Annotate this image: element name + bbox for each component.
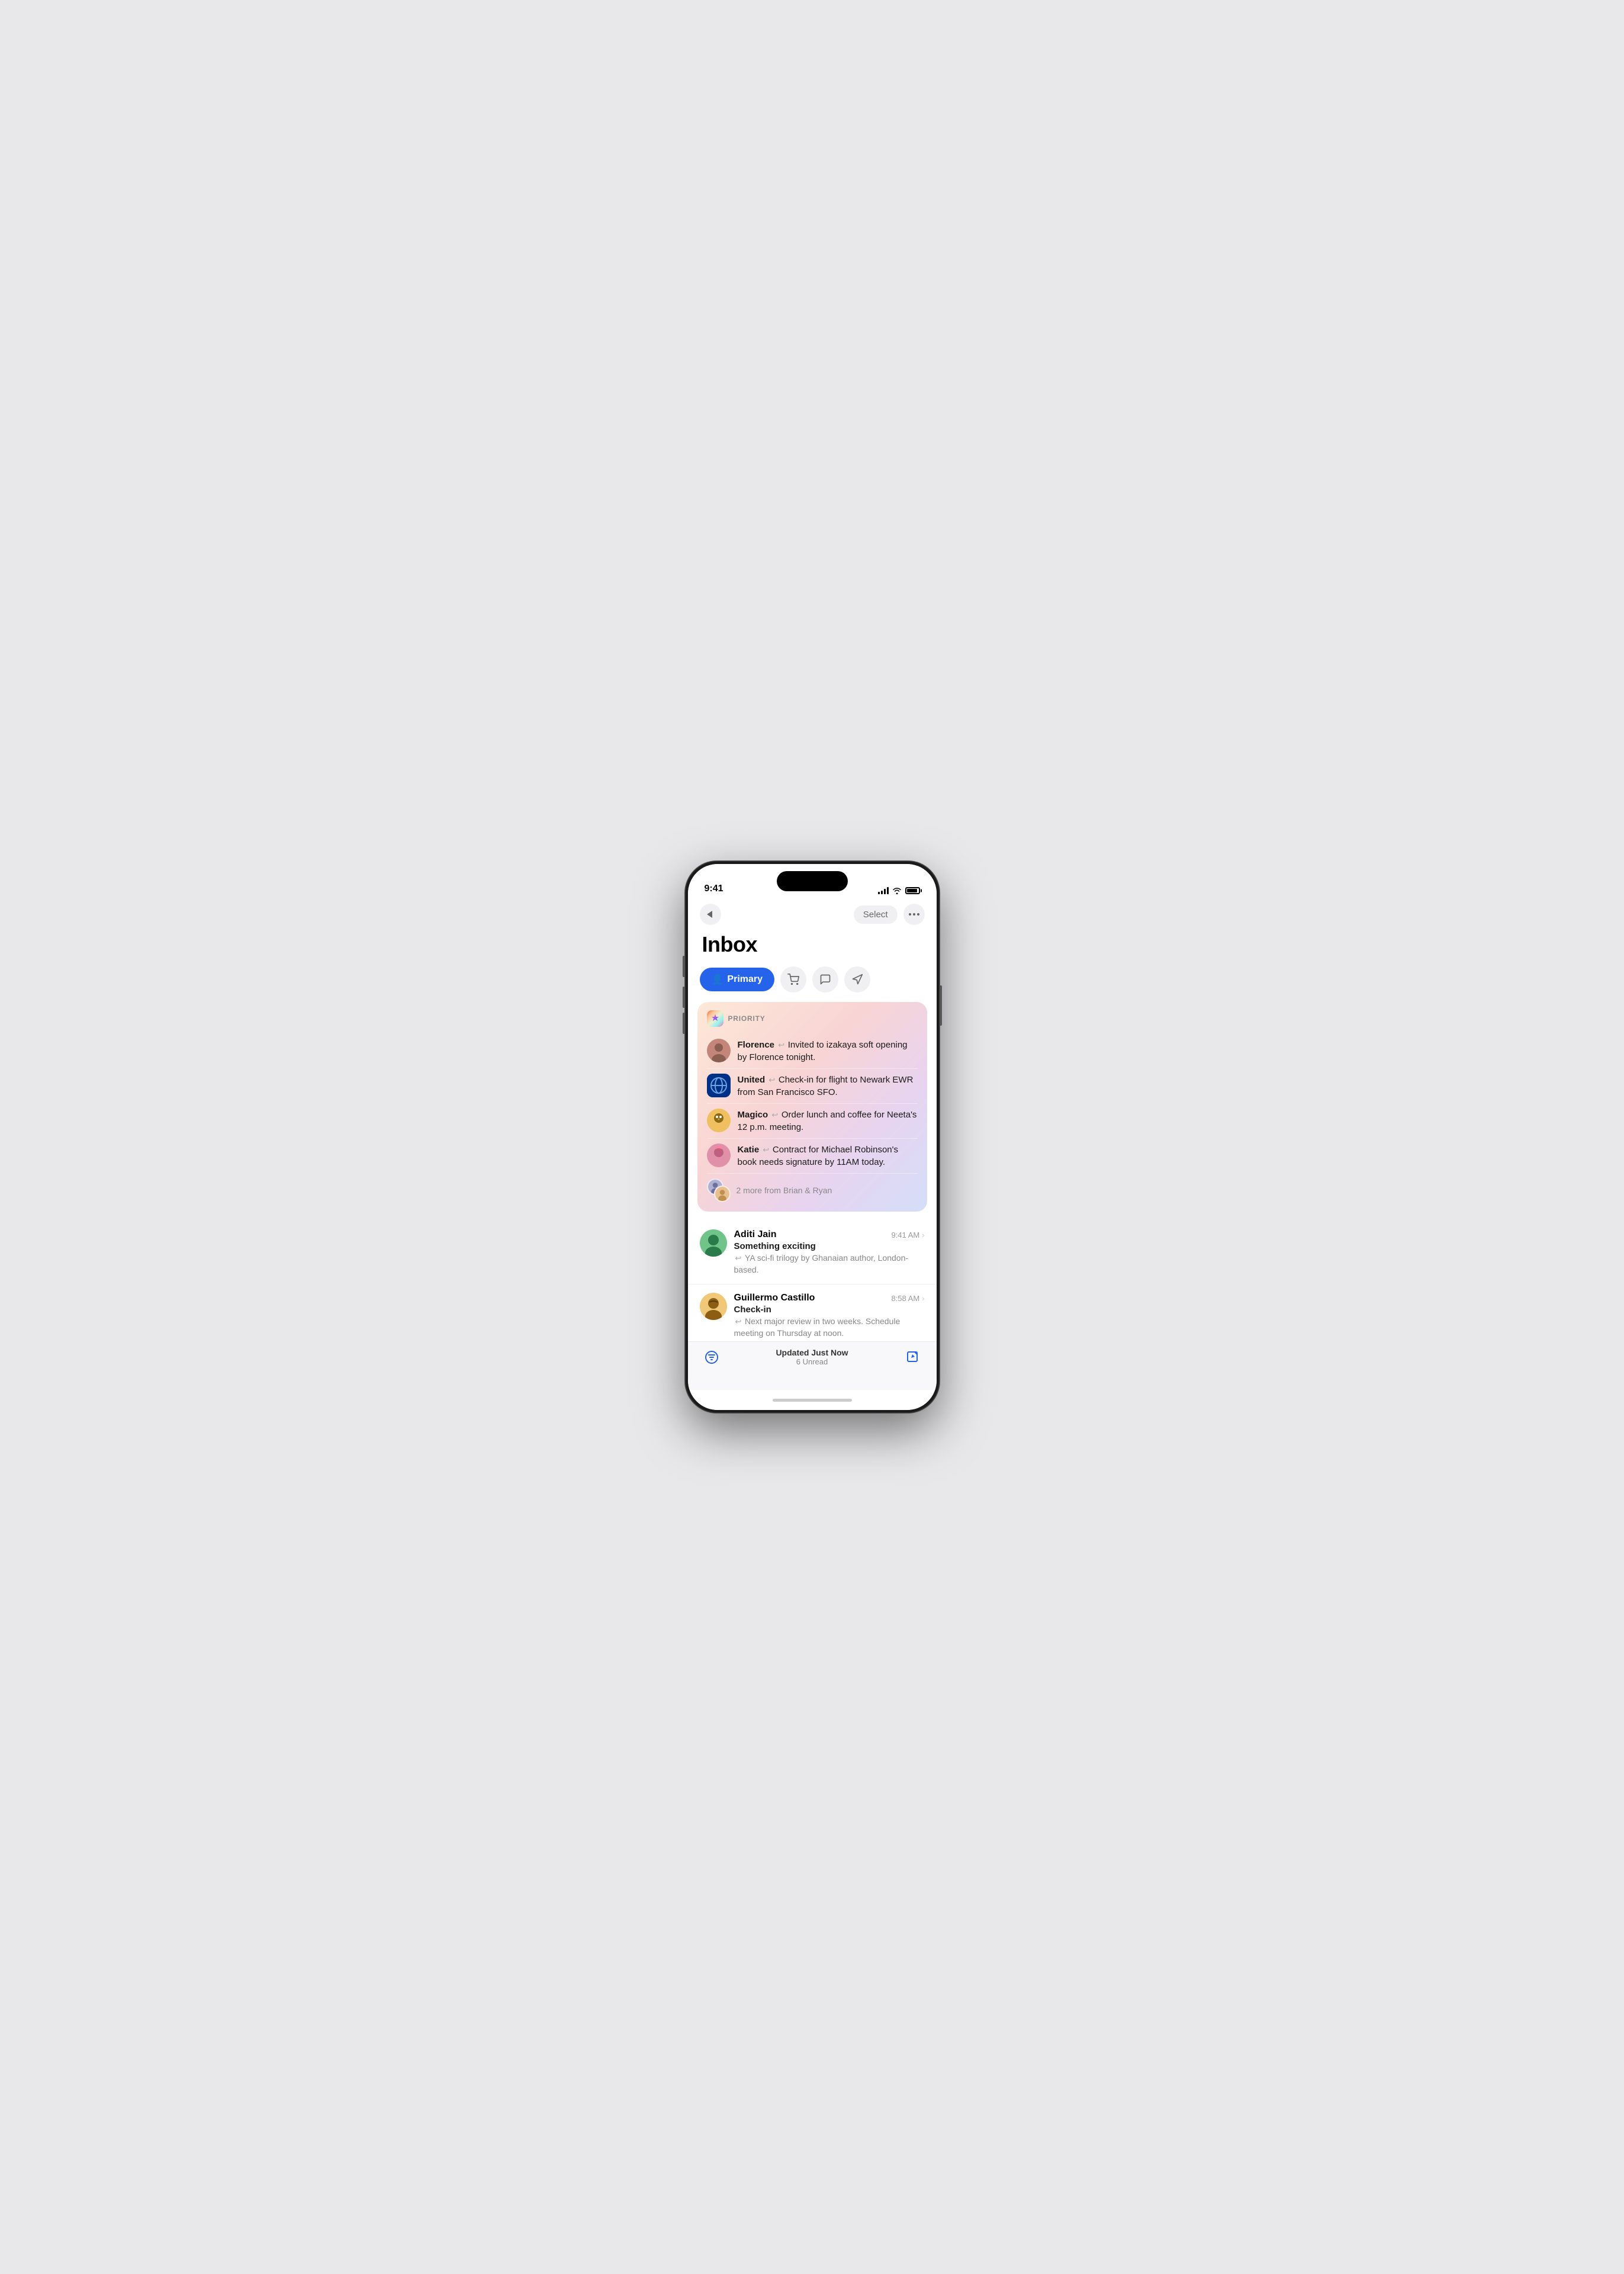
page-title: Inbox (688, 927, 937, 966)
priority-text-united: United ↩ Check-in for flight to Newark E… (738, 1074, 918, 1099)
email-item-aditi[interactable]: Aditi Jain 9:41 AM › Something exciting … (688, 1221, 937, 1284)
tab-messages[interactable] (812, 966, 838, 993)
priority-text-magico: Magico ↩ Order lunch and coffee for Neet… (738, 1109, 918, 1133)
priority-text-katie: Katie ↩ Contract for Michael Robinson's … (738, 1144, 918, 1168)
avatar-katie (707, 1144, 731, 1167)
ai-summary-icon: ↩ (735, 1254, 744, 1263)
ai-summary-icon: ↩ (778, 1040, 787, 1049)
email-preview-guillermo: ↩ Next major review in two weeks. Schedu… (734, 1316, 925, 1339)
tab-promotions[interactable] (844, 966, 870, 993)
avatar-aditi (700, 1229, 727, 1257)
scroll-content[interactable]: Inbox 👤 Primary (688, 927, 937, 1341)
nav-bar: Select (688, 899, 937, 927)
email-time-guillermo: 8:58 AM (891, 1294, 919, 1303)
ai-summary-icon: ↩ (768, 1075, 777, 1084)
ai-summary-icon: ↩ (763, 1145, 771, 1154)
status-icons (878, 887, 920, 894)
unread-label: 6 Unread (721, 1357, 903, 1366)
back-icon (707, 911, 712, 918)
email-subject-aditi: Something exciting (734, 1241, 925, 1251)
compose-icon (906, 1350, 920, 1364)
message-icon (819, 974, 831, 985)
email-content-aditi: Aditi Jain 9:41 AM › Something exciting … (734, 1229, 925, 1276)
ai-summary-icon: ↩ (771, 1110, 780, 1119)
email-content-guillermo: Guillermo Castillo 8:58 AM › Check-in ↩ … (734, 1293, 925, 1339)
bottom-center: Updated Just Now 6 Unread (721, 1348, 903, 1366)
priority-logo (707, 1010, 723, 1027)
filter-button[interactable] (702, 1348, 721, 1367)
shopping-cart-icon (787, 974, 799, 985)
battery-icon (905, 887, 920, 894)
signal-icon (878, 887, 889, 894)
email-subject-guillermo: Check-in (734, 1305, 925, 1315)
wifi-icon (892, 887, 902, 894)
priority-more-text: 2 more from Brian & Ryan (737, 1186, 832, 1195)
chevron-right-icon: › (922, 1294, 924, 1303)
priority-item-katie[interactable]: Katie ↩ Contract for Michael Robinson's … (707, 1139, 918, 1174)
tab-shopping[interactable] (780, 966, 806, 993)
priority-card: PRIORITY Florence ↩ Invited to (697, 1002, 927, 1212)
nav-actions: Select (854, 904, 925, 925)
select-button[interactable]: Select (854, 905, 898, 924)
avatar-united (707, 1074, 731, 1097)
filter-tabs: 👤 Primary (688, 966, 937, 1002)
tab-primary[interactable]: 👤 Primary (700, 968, 775, 991)
megaphone-icon (851, 974, 863, 985)
priority-more[interactable]: 2 more from Brian & Ryan (707, 1174, 918, 1203)
home-indicator (688, 1390, 937, 1410)
updated-label: Updated Just Now (721, 1348, 903, 1357)
priority-text-florence: Florence ↩ Invited to izakaya soft openi… (738, 1039, 918, 1064)
priority-item-magico[interactable]: Magico ↩ Order lunch and coffee for Neet… (707, 1104, 918, 1139)
chevron-right-icon: › (922, 1231, 924, 1239)
email-time-aditi: 9:41 AM (891, 1231, 919, 1239)
more-avatars (707, 1178, 731, 1202)
avatar-florence (707, 1039, 731, 1062)
email-header-guillermo: Guillermo Castillo 8:58 AM › (734, 1293, 925, 1303)
dynamic-island (777, 871, 848, 891)
email-sender-aditi: Aditi Jain (734, 1229, 777, 1240)
ai-summary-icon: ↩ (735, 1317, 744, 1326)
priority-header: PRIORITY (707, 1010, 918, 1027)
priority-label: PRIORITY (728, 1014, 766, 1023)
email-preview-aditi: ↩ YA sci-fi trilogy by Ghanaian author, … (734, 1252, 925, 1276)
email-sender-guillermo: Guillermo Castillo (734, 1293, 815, 1303)
more-button[interactable] (903, 904, 925, 925)
home-bar (773, 1399, 852, 1402)
phone-frame: 9:41 (685, 861, 940, 1413)
phone-screen: 9:41 (688, 864, 937, 1410)
bottom-bar: Updated Just Now 6 Unread (688, 1341, 937, 1390)
compose-button[interactable] (903, 1348, 922, 1367)
priority-item-united[interactable]: United ↩ Check-in for flight to Newark E… (707, 1069, 918, 1104)
tab-primary-label: Primary (727, 974, 763, 985)
email-header-aditi: Aditi Jain 9:41 AM › (734, 1229, 925, 1240)
email-item-guillermo[interactable]: Guillermo Castillo 8:58 AM › Check-in ↩ … (688, 1284, 937, 1341)
back-button[interactable] (700, 904, 721, 925)
avatar-guillermo (700, 1293, 727, 1320)
status-bar: 9:41 (688, 864, 937, 899)
person-icon: 👤 (712, 974, 723, 985)
avatar-magico (707, 1109, 731, 1132)
ai-logo-icon (710, 1013, 721, 1024)
priority-item-florence[interactable]: Florence ↩ Invited to izakaya soft openi… (707, 1034, 918, 1069)
filter-icon (705, 1350, 719, 1364)
